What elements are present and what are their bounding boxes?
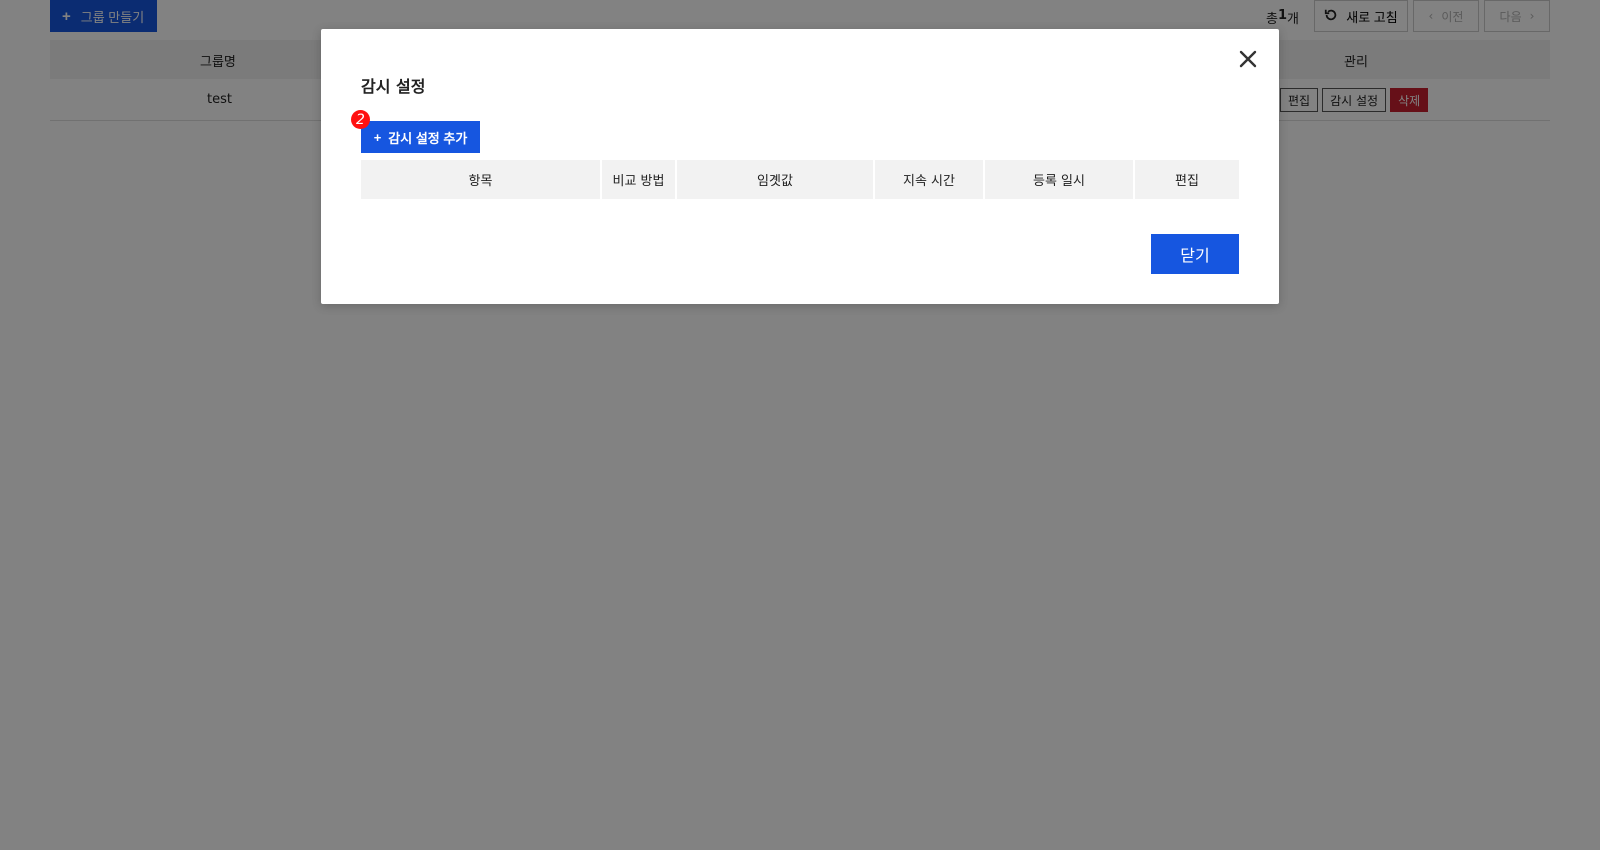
monitor-settings-table-header: 항목 비교 방법 임곗값 지속 시간 등록 일시 편집 xyxy=(361,160,1239,199)
close-button[interactable]: 닫기 xyxy=(1151,234,1239,274)
column-duration: 지속 시간 xyxy=(875,160,985,199)
column-comparison: 비교 방법 xyxy=(602,160,677,199)
column-registered-at: 등록 일시 xyxy=(985,160,1135,199)
add-monitor-setting-label: 감시 설정 추가 xyxy=(388,130,468,146)
monitor-settings-dialog: 감시 설정 2 + 감시 설정 추가 항목 비교 방법 임곗값 지속 시간 등록… xyxy=(321,29,1279,304)
plus-icon: + xyxy=(373,129,382,145)
column-edit: 편집 xyxy=(1175,174,1199,189)
column-item: 항목 xyxy=(361,160,602,199)
step-badge: 2 xyxy=(351,110,370,129)
close-icon[interactable] xyxy=(1237,48,1259,70)
add-monitor-setting-button[interactable]: + 감시 설정 추가 xyxy=(361,121,480,153)
column-threshold: 임곗값 xyxy=(677,160,875,199)
dialog-title: 감시 설정 xyxy=(361,77,426,96)
